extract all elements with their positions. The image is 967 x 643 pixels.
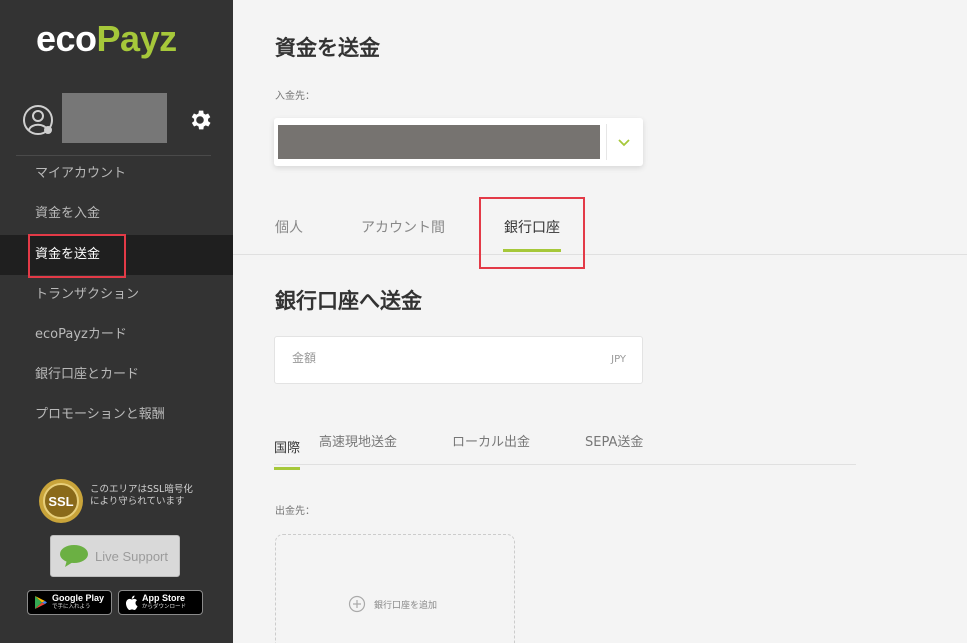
google-play-label: Google Play [52,592,105,603]
withdraw-to-label: 出金先： [275,506,315,517]
live-support-label: Live Support [95,548,168,564]
plus-circle-icon [348,595,366,613]
main-content: 資金を送金 入金先： 個人 アカウント間 銀行口座 銀行口座へ送金 JPY 国際… [233,0,967,643]
sidebar-item-bank-accounts-cards[interactable]: 銀行口座とカード [0,355,233,395]
bank-transfer-subtabs: 国際 高速現地送金 ローカル出金 SEPA送金 [274,415,856,470]
highlight-box-send-money [28,234,126,278]
ssl-badge-icon: SSL [39,479,83,523]
apple-icon [125,595,138,610]
chevron-down-icon[interactable] [616,134,632,150]
google-play-icon [35,596,47,609]
amount-field[interactable]: JPY [274,336,643,384]
subtab-local-withdrawal[interactable]: ローカル出金 [452,431,530,450]
logo-eco-text: eco [36,18,97,59]
tab-individual[interactable]: 個人 [275,217,303,237]
highlight-box-bank-tab [479,197,585,269]
subtab-fast-local[interactable]: 高速現地送金 [319,431,397,450]
recipient-value-redacted [278,125,600,159]
sidebar: ecoPayz マイアカウント 資金を入金 資金を送金 トランザクション eco… [0,0,233,643]
chat-bubble-icon [60,545,88,567]
user-avatar-icon[interactable] [22,104,54,136]
section-title: 銀行口座へ送金 [275,289,422,313]
gear-icon[interactable] [187,107,213,133]
logo-payz-text: Payz [96,18,178,59]
live-support-button[interactable]: Live Support [50,535,180,577]
add-bank-account-label: 銀行口座を追加 [374,601,438,611]
google-play-sub: で手に入れよう [52,603,91,610]
recipient-label: 入金先： [275,91,315,102]
add-bank-account-card[interactable]: 銀行口座を追加 [275,534,515,643]
page-title: 資金を送金 [275,36,380,60]
sidebar-item-deposit[interactable]: 資金を入金 [0,194,233,234]
app-store-button[interactable]: App Store からダウンロード [118,590,203,615]
sidebar-item-ecopayz-card[interactable]: ecoPayzカード [0,315,233,355]
transfer-type-tabs: 個人 アカウント間 銀行口座 [233,195,967,269]
ssl-notice: このエリアはSSL暗号化により守られています [90,484,193,507]
currency-label: JPY [611,354,626,365]
app-store-label: App Store [142,592,186,603]
sidebar-item-transactions[interactable]: トランザクション [0,275,233,315]
google-play-button[interactable]: Google Play で手に入れよう [27,590,112,615]
amount-input[interactable] [292,351,572,365]
active-subtab-indicator [274,467,300,470]
ssl-badge-label: SSL [48,494,73,509]
app-store-sub: からダウンロード [142,603,187,610]
subtab-international[interactable]: 国際 [274,437,300,456]
sidebar-item-promotions[interactable]: プロモーションと報酬 [0,395,233,435]
ecopayz-logo[interactable]: ecoPayz [36,18,177,60]
sidebar-item-my-account[interactable]: マイアカウント [0,154,233,194]
recipient-select[interactable] [274,118,643,166]
tab-between-accounts[interactable]: アカウント間 [361,217,445,237]
user-name-redacted [62,93,167,143]
select-divider [606,124,607,160]
subtab-sepa[interactable]: SEPA送金 [585,431,643,450]
